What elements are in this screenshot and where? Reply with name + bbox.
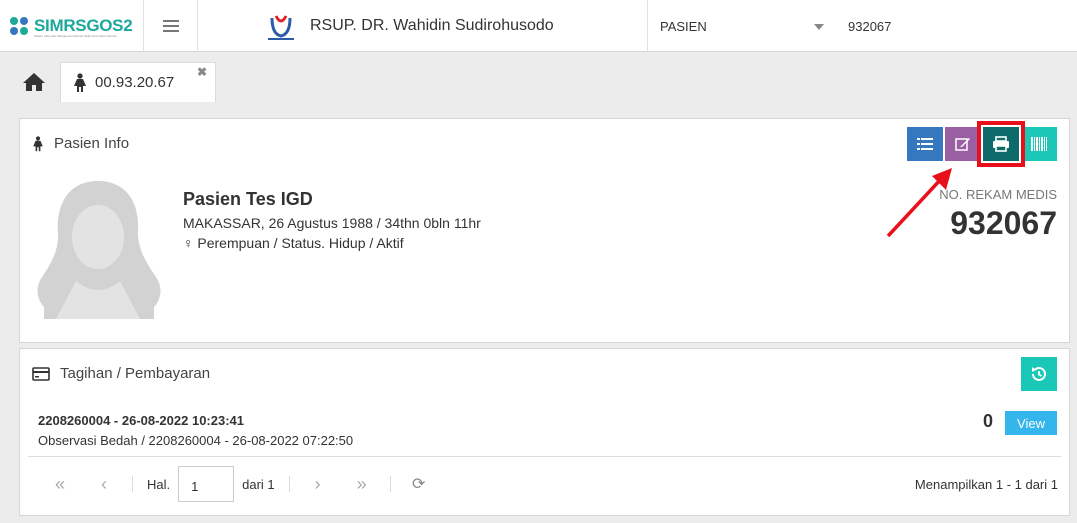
page-number-input[interactable]: 1 (178, 466, 235, 502)
bill-amount: 0 (982, 411, 993, 431)
patient-status: ♀ Perempuan / Status. Hidup / Aktif (183, 235, 404, 251)
print-button[interactable] (977, 121, 1025, 167)
first-page-icon[interactable]: « (38, 474, 82, 495)
divider (28, 456, 1061, 457)
panel-title: Pasien Info (32, 135, 129, 152)
barcode-button[interactable] (1021, 127, 1057, 161)
divider (288, 476, 290, 492)
app-logo-icon (10, 17, 28, 35)
list-icon (917, 138, 933, 150)
caret-down-icon (814, 24, 824, 30)
tab-label: 00.93.20.67 (95, 74, 175, 91)
divider (132, 476, 133, 492)
tab-home[interactable] (14, 66, 54, 98)
next-page-icon[interactable]: › (296, 474, 340, 495)
search-type-value: PASIEN (660, 18, 707, 34)
female-person-icon (32, 135, 54, 152)
barcode-icon (1031, 137, 1047, 151)
top-bar: SIMRSGOS2 Sistem Informasi Manajemen Rum… (0, 0, 1077, 52)
bill-number: 2208260004 - 26-08-2022 10:23:41 (38, 413, 245, 428)
close-icon[interactable]: ✖ (197, 65, 207, 79)
panel-title-text: Tagihan / Pembayaran (60, 365, 211, 382)
print-icon (993, 136, 1009, 152)
app-subtitle: Sistem Informasi Manajemen Rumah Sakit V… (34, 34, 117, 38)
edit-button[interactable] (945, 127, 981, 161)
tab-bar: 00.93.20.67 ✖ (0, 56, 1077, 102)
app-name: SIMRSGOS2 (34, 16, 133, 35)
hospital-logo-icon (268, 15, 294, 40)
tab-patient[interactable]: 00.93.20.67 ✖ (60, 62, 216, 102)
rm-number: 932067 (950, 205, 1057, 241)
page-total: dari 1 (242, 476, 275, 492)
history-button[interactable] (1021, 357, 1057, 391)
search-type-select[interactable]: PASIEN (648, 0, 836, 52)
page-label: Hal. (147, 476, 171, 492)
patient-action-buttons (907, 121, 1057, 167)
bill-description: Observasi Bedah / 2208260004 - 26-08-202… (38, 433, 354, 448)
home-icon (23, 73, 45, 91)
divider (389, 476, 391, 492)
hospital-name: RSUP. DR. Wahidin Sudirohusodo (310, 17, 554, 34)
patient-name: Pasien Tes IGD (183, 189, 313, 209)
history-icon (1032, 366, 1046, 381)
list-button[interactable] (907, 127, 943, 161)
last-page-icon[interactable]: » (340, 474, 384, 495)
hospital-header: RSUP. DR. Wahidin Sudirohusodo (198, 0, 648, 52)
avatar (37, 181, 161, 319)
prev-page-icon[interactable]: ‹ (82, 474, 126, 495)
menu-toggle-button[interactable] (144, 0, 198, 52)
pagination: « ‹ Hal. 1 dari 1 › » ⟳ Menampilkan 1 - … (38, 465, 1058, 503)
credit-card-icon (32, 366, 54, 382)
edit-icon (955, 138, 970, 151)
billing-panel: Tagihan / Pembayaran 2208260004 - 26-08-… (19, 348, 1070, 516)
patient-birth: MAKASSAR, 26 Agustus 1988 / 34thn 0bln 1… (183, 215, 481, 231)
pager-summary: Menampilkan 1 - 1 dari 1 (914, 477, 1058, 492)
panel-title: Tagihan / Pembayaran (32, 365, 210, 382)
hamburger-icon (162, 20, 179, 32)
app-logo[interactable]: SIMRSGOS2 Sistem Informasi Manajemen Rum… (0, 0, 144, 52)
female-person-icon (74, 72, 86, 92)
search-input[interactable]: 932067 (836, 0, 1077, 52)
panel-title-text: Pasien Info (54, 135, 130, 152)
view-button[interactable]: View (1005, 411, 1057, 435)
annotation-arrow-icon (886, 168, 952, 238)
refresh-icon[interactable]: ⟳ (397, 474, 441, 494)
